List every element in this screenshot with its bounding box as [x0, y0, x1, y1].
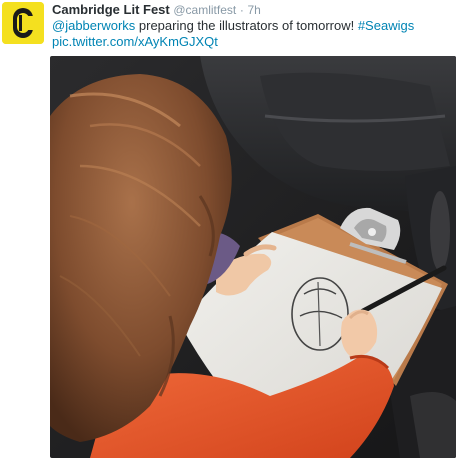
tweet-card: Cambridge Lit Fest @camlitfest · 7h @jab… [0, 0, 460, 458]
child-drawing-photo [50, 56, 456, 458]
pic-link[interactable]: pic.twitter.com/xAyKmGJXQt [52, 34, 218, 50]
meta-separator: · [239, 3, 244, 17]
mention-link[interactable]: @jabberworks [52, 18, 135, 33]
tweet-body-text: preparing the illustrators of tomorrow! [135, 18, 358, 33]
cambridge-lit-fest-logo-icon [2, 2, 44, 44]
display-name[interactable]: Cambridge Lit Fest [52, 2, 170, 17]
tweet-photo[interactable] [50, 56, 456, 458]
tweet-timestamp[interactable]: 7h [247, 3, 260, 17]
user-handle[interactable]: @camlitfest [173, 3, 236, 17]
avatar[interactable] [2, 2, 44, 44]
tweet-header: Cambridge Lit Fest @camlitfest · 7h [52, 2, 261, 18]
tweet-text: @jabberworks preparing the illustrators … [52, 18, 452, 34]
hashtag-link[interactable]: #Seawigs [358, 18, 414, 33]
